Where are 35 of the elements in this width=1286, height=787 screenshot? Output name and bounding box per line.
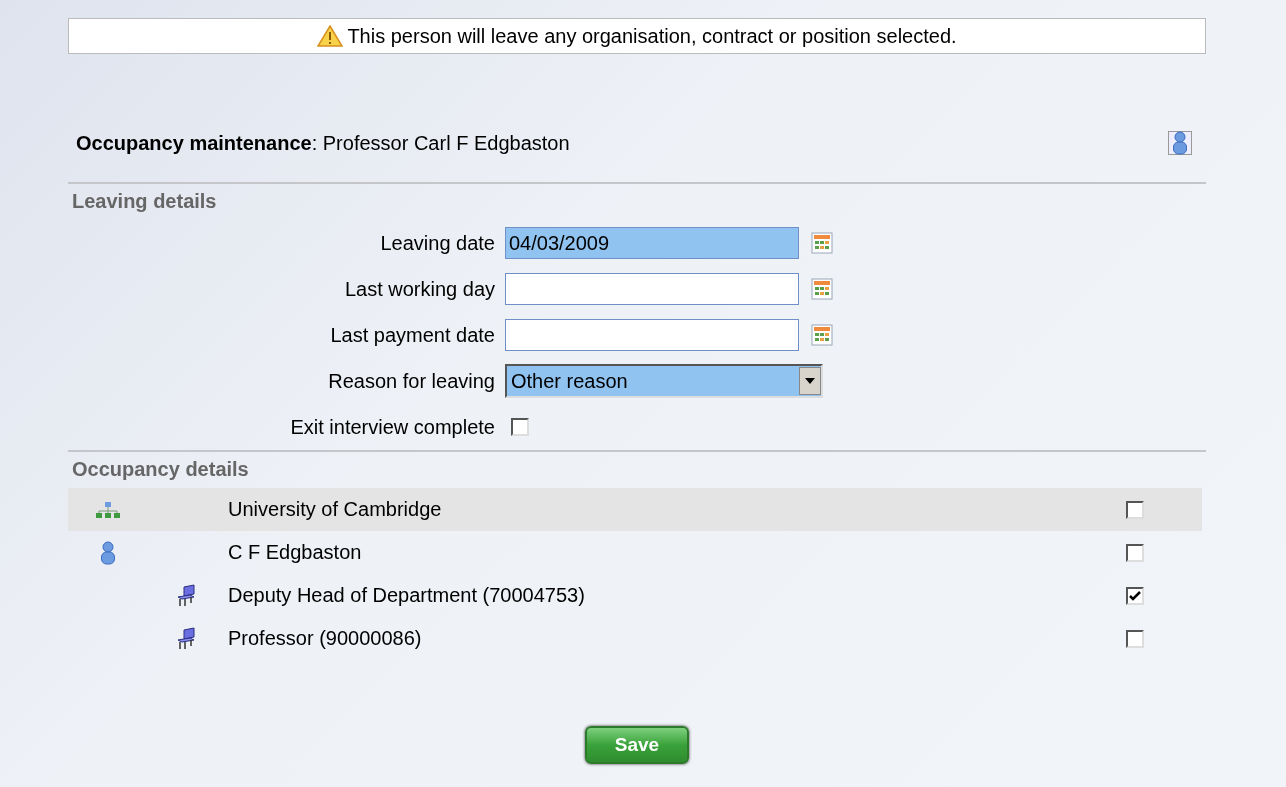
date-field[interactable] bbox=[505, 273, 799, 305]
date-field[interactable]: 04/03/2009 bbox=[505, 227, 799, 259]
warning-text: This person will leave any organisation, contract or position selected. bbox=[347, 24, 957, 48]
checkbox[interactable] bbox=[1126, 543, 1144, 562]
date-field[interactable] bbox=[505, 319, 799, 351]
occupancy-label: C F Edgbaston bbox=[228, 541, 363, 564]
calendar-icon[interactable] bbox=[811, 232, 833, 254]
field-label: Reason for leaving bbox=[327, 369, 496, 393]
checkbox[interactable] bbox=[1126, 500, 1144, 519]
occupancy-label: University of Cambridge bbox=[228, 498, 443, 521]
occupancy-row[interactable]: C F Edgbaston bbox=[68, 531, 1202, 574]
field-label: Leaving date bbox=[379, 231, 496, 255]
person-icon bbox=[100, 540, 116, 565]
section-title: Occupancy details bbox=[71, 457, 250, 482]
section-title: Leaving details bbox=[71, 189, 218, 214]
checkbox[interactable] bbox=[1126, 629, 1144, 648]
checkbox[interactable] bbox=[511, 418, 529, 436]
hierarchy-icon bbox=[95, 500, 121, 519]
occupancy-row[interactable]: University of Cambridge bbox=[68, 488, 1202, 531]
occupancy-row[interactable]: Professor (90000086) bbox=[68, 617, 1202, 660]
occupancy-label: Deputy Head of Department (70004753) bbox=[228, 584, 586, 607]
reason-dropdown[interactable]: Other reason bbox=[505, 364, 823, 398]
page-heading: Occupancy maintenance: Professor Carl F Edgbaston bbox=[76, 131, 570, 155]
occupancy-label: Professor (90000086) bbox=[228, 627, 423, 650]
field-label: Last working day bbox=[343, 277, 496, 301]
field-label: Last payment date bbox=[329, 323, 496, 347]
field-label: Exit interview complete bbox=[289, 415, 496, 439]
person-icon bbox=[1172, 131, 1188, 155]
occupancy-row[interactable]: Deputy Head of Department (70004753) bbox=[68, 574, 1202, 617]
caret-icon bbox=[805, 378, 815, 384]
calendar-icon[interactable] bbox=[811, 278, 833, 300]
checkbox[interactable] bbox=[1126, 586, 1144, 605]
calendar-icon[interactable] bbox=[811, 324, 833, 346]
person-button[interactable] bbox=[1168, 131, 1192, 155]
warning-icon bbox=[317, 25, 344, 47]
